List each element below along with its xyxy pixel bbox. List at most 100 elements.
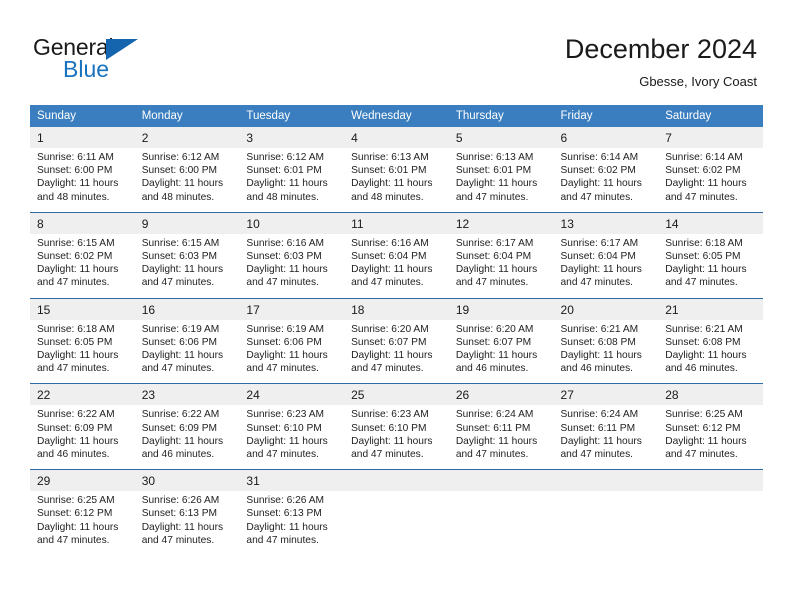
day-cell[interactable]: Sunrise: 6:21 AM Sunset: 6:08 PM Dayligh… [553, 319, 659, 384]
calendar-table: Sunday Monday Tuesday Wednesday Thursday… [30, 105, 763, 556]
day-cell[interactable]: Sunrise: 6:11 AM Sunset: 6:00 PM Dayligh… [30, 148, 135, 212]
calendar-header-row: Sunday Monday Tuesday Wednesday Thursday… [30, 105, 763, 127]
day-number[interactable]: 17 [239, 298, 345, 320]
day-number[interactable]: 27 [553, 384, 659, 406]
day-cell[interactable]: Sunrise: 6:14 AM Sunset: 6:02 PM Dayligh… [553, 148, 659, 212]
daylight-text-line1: Daylight: 11 hours [37, 264, 119, 276]
day-number[interactable]: 3 [239, 127, 345, 148]
day-cell[interactable]: Sunrise: 6:26 AM Sunset: 6:13 PM Dayligh… [239, 491, 345, 556]
day-cell[interactable]: Sunrise: 6:12 AM Sunset: 6:00 PM Dayligh… [134, 148, 240, 212]
daylight-text-line2: and 47 minutes. [665, 277, 738, 289]
day-number[interactable]: 9 [134, 212, 240, 234]
day-cell[interactable]: Sunrise: 6:16 AM Sunset: 6:04 PM Dayligh… [344, 233, 449, 298]
day-cell[interactable]: Sunrise: 6:20 AM Sunset: 6:07 PM Dayligh… [344, 319, 449, 384]
daylight-text-line1: Daylight: 11 hours [351, 264, 433, 276]
day-cell[interactable]: Sunrise: 6:12 AM Sunset: 6:01 PM Dayligh… [239, 148, 345, 212]
sunrise-text: Sunrise: 6:18 AM [665, 237, 743, 249]
day-number[interactable]: 5 [448, 127, 554, 148]
day-cell[interactable]: Sunrise: 6:22 AM Sunset: 6:09 PM Dayligh… [134, 405, 240, 470]
day-cell[interactable]: Sunrise: 6:17 AM Sunset: 6:04 PM Dayligh… [553, 233, 659, 298]
daylight-text-line1: Daylight: 11 hours [246, 521, 328, 533]
day-number[interactable]: 7 [658, 127, 763, 148]
day-cell[interactable]: Sunrise: 6:15 AM Sunset: 6:03 PM Dayligh… [134, 233, 240, 298]
day-number[interactable]: 23 [134, 384, 240, 406]
day-cell[interactable]: Sunrise: 6:19 AM Sunset: 6:06 PM Dayligh… [239, 319, 345, 384]
day-number[interactable]: 1 [30, 127, 135, 148]
day-number[interactable]: 6 [553, 127, 659, 148]
weekday-header-friday: Friday [553, 105, 659, 127]
day-cell[interactable]: Sunrise: 6:23 AM Sunset: 6:10 PM Dayligh… [344, 405, 449, 470]
day-number[interactable]: 22 [30, 384, 135, 406]
daylight-text-line1: Daylight: 11 hours [560, 435, 642, 447]
day-number[interactable]: 12 [448, 212, 554, 234]
day-cell[interactable]: Sunrise: 6:24 AM Sunset: 6:11 PM Dayligh… [553, 405, 659, 470]
daylight-text-line1: Daylight: 11 hours [141, 521, 224, 533]
sunrise-text: Sunrise: 6:24 AM [455, 409, 534, 421]
day-number[interactable]: 18 [344, 298, 449, 320]
day-number[interactable]: 24 [239, 384, 345, 406]
day-number[interactable]: 31 [239, 470, 345, 492]
daylight-text-line1: Daylight: 11 hours [665, 178, 747, 190]
day-number[interactable]: 2 [134, 127, 240, 148]
day-cell[interactable]: Sunrise: 6:13 AM Sunset: 6:01 PM Dayligh… [448, 148, 554, 212]
day-number[interactable]: 13 [553, 212, 659, 234]
sunrise-text: Sunrise: 6:13 AM [455, 152, 534, 163]
day-cell[interactable]: Sunrise: 6:15 AM Sunset: 6:02 PM Dayligh… [30, 233, 135, 298]
daylight-text-line1: Daylight: 11 hours [455, 350, 538, 362]
sunset-text: Sunset: 6:08 PM [560, 336, 636, 348]
day-cell[interactable]: Sunrise: 6:24 AM Sunset: 6:11 PM Dayligh… [448, 405, 554, 470]
sunset-text: Sunset: 6:04 PM [351, 251, 427, 263]
day-cell[interactable]: Sunrise: 6:22 AM Sunset: 6:09 PM Dayligh… [30, 405, 135, 470]
day-cell[interactable]: Sunrise: 6:25 AM Sunset: 6:12 PM Dayligh… [30, 491, 135, 556]
daylight-text-line2: and 48 minutes. [351, 191, 424, 203]
day-number[interactable]: 20 [553, 298, 659, 320]
daylight-text-line1: Daylight: 11 hours [560, 178, 642, 190]
brand-logo[interactable]: General Blue [33, 36, 213, 92]
day-cell[interactable]: Sunrise: 6:20 AM Sunset: 6:07 PM Dayligh… [448, 319, 554, 384]
daylight-text-line2: and 47 minutes. [351, 277, 424, 289]
day-number[interactable]: 28 [658, 384, 763, 406]
sunrise-text: Sunrise: 6:20 AM [455, 323, 534, 335]
day-number[interactable]: 26 [448, 384, 554, 406]
page-subtitle: Gbesse, Ivory Coast [639, 74, 757, 89]
day-cell[interactable]: Sunrise: 6:14 AM Sunset: 6:02 PM Dayligh… [658, 148, 763, 212]
day-cell[interactable]: Sunrise: 6:26 AM Sunset: 6:13 PM Dayligh… [134, 491, 240, 556]
sunrise-text: Sunrise: 6:18 AM [37, 323, 115, 335]
sunrise-text: Sunrise: 6:19 AM [141, 323, 220, 335]
day-number[interactable]: 21 [658, 298, 763, 320]
sunset-text: Sunset: 6:08 PM [665, 336, 741, 348]
day-cell[interactable]: Sunrise: 6:21 AM Sunset: 6:08 PM Dayligh… [658, 319, 763, 384]
sunset-text: Sunset: 6:07 PM [455, 336, 532, 348]
day-number[interactable]: 11 [344, 212, 449, 234]
daylight-text-line2: and 47 minutes. [665, 191, 738, 203]
day-cell[interactable]: Sunrise: 6:23 AM Sunset: 6:10 PM Dayligh… [239, 405, 345, 470]
day-number[interactable]: 14 [658, 212, 763, 234]
day-number[interactable]: 19 [448, 298, 554, 320]
day-number[interactable]: 8 [30, 212, 135, 234]
day-number[interactable]: 10 [239, 212, 345, 234]
day-cell[interactable]: Sunrise: 6:18 AM Sunset: 6:05 PM Dayligh… [658, 233, 763, 298]
week-details-row: Sunrise: 6:15 AM Sunset: 6:02 PM Dayligh… [30, 233, 763, 298]
daylight-text-line1: Daylight: 11 hours [665, 435, 747, 447]
sunset-text: Sunset: 6:12 PM [665, 422, 741, 434]
day-cell[interactable]: Sunrise: 6:16 AM Sunset: 6:03 PM Dayligh… [239, 233, 345, 298]
daylight-text-line1: Daylight: 11 hours [246, 435, 328, 447]
day-number[interactable]: 25 [344, 384, 449, 406]
day-cell[interactable]: Sunrise: 6:17 AM Sunset: 6:04 PM Dayligh… [448, 233, 554, 298]
day-cell[interactable]: Sunrise: 6:13 AM Sunset: 6:01 PM Dayligh… [344, 148, 449, 212]
sunset-text: Sunset: 6:05 PM [665, 251, 741, 263]
day-cell[interactable]: Sunrise: 6:19 AM Sunset: 6:06 PM Dayligh… [134, 319, 240, 384]
sunset-text: Sunset: 6:02 PM [560, 165, 636, 177]
day-number[interactable]: 4 [344, 127, 449, 148]
calendar-body: 1 2 3 4 5 6 7 Sunrise: 6:11 AM Sunset: 6… [30, 127, 763, 556]
day-number[interactable]: 15 [30, 298, 135, 320]
weekday-header-tuesday: Tuesday [239, 105, 345, 127]
daylight-text-line1: Daylight: 11 hours [141, 264, 224, 276]
sunset-text: Sunset: 6:09 PM [37, 422, 113, 434]
day-cell[interactable]: Sunrise: 6:25 AM Sunset: 6:12 PM Dayligh… [658, 405, 763, 470]
sunset-text: Sunset: 6:07 PM [351, 336, 427, 348]
day-number[interactable]: 29 [30, 470, 135, 492]
day-cell[interactable]: Sunrise: 6:18 AM Sunset: 6:05 PM Dayligh… [30, 319, 135, 384]
day-number[interactable]: 16 [134, 298, 240, 320]
day-number[interactable]: 30 [134, 470, 240, 492]
